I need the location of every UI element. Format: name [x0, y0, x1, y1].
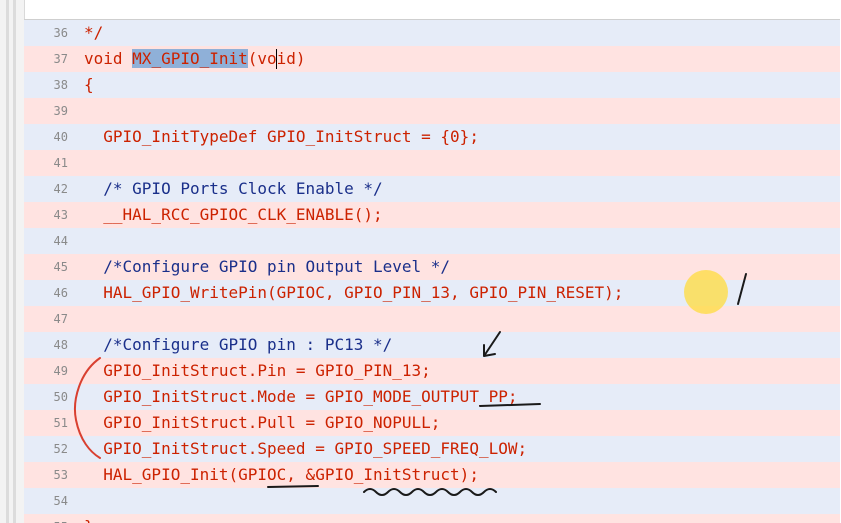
line-number: 38	[53, 78, 68, 92]
code-line[interactable]: 54	[24, 488, 840, 514]
code-line[interactable]: 41	[24, 150, 840, 176]
line-number: 36	[53, 26, 68, 40]
line-number: 54	[53, 494, 68, 508]
line-number: 44	[53, 234, 68, 248]
side-panel-edge	[0, 0, 25, 523]
code-editor[interactable]: 36 */ 37 void MX_GPIO_Init(void) 38 {39 40 GPI…	[24, 19, 840, 523]
panel-border	[6, 0, 9, 523]
code-line[interactable]: 52 GPIO_InitStruct.Speed = GPIO_SPEED_FR…	[24, 436, 840, 462]
line-number: 40	[53, 130, 68, 144]
line-number: 43	[53, 208, 68, 222]
code-text[interactable]: GPIO_InitStruct.Speed = GPIO_SPEED_FREQ_…	[84, 436, 527, 462]
code-text[interactable]: HAL_GPIO_Init(GPIOC, &GPIO_InitStruct);	[84, 462, 479, 488]
code-comment[interactable]: /* GPIO Ports Clock Enable */	[84, 176, 382, 202]
code-line[interactable]: 49 GPIO_InitStruct.Pin = GPIO_PIN_13;	[24, 358, 840, 384]
code-text[interactable]: __HAL_RCC_GPIOC_CLK_ENABLE();	[84, 202, 382, 228]
code-line[interactable]: 36 */	[24, 20, 840, 46]
code-line[interactable]: 38 {	[24, 72, 840, 98]
code-text[interactable]: GPIO_InitTypeDef GPIO_InitStruct = {0};	[84, 124, 479, 150]
code-token: void	[84, 49, 133, 68]
code-text[interactable]: */	[84, 20, 103, 46]
line-number: 41	[53, 156, 68, 170]
line-number: 53	[53, 468, 68, 482]
line-number: 47	[53, 312, 68, 326]
line-number: 48	[53, 338, 68, 352]
code-text[interactable]: }	[84, 514, 94, 523]
code-comment[interactable]: /*Configure GPIO pin Output Level */	[84, 254, 450, 280]
code-text[interactable]: void MX_GPIO_Init(void)	[84, 46, 306, 72]
code-line[interactable]: 42 /* GPIO Ports Clock Enable */	[24, 176, 840, 202]
code-token: (void)	[247, 49, 306, 68]
code-text[interactable]: {	[84, 72, 94, 98]
code-line[interactable]: 43 __HAL_RCC_GPIOC_CLK_ENABLE();	[24, 202, 840, 228]
line-number: 45	[53, 260, 68, 274]
line-number: 55	[24, 514, 68, 523]
selected-text[interactable]: MX_GPIO_Init	[132, 49, 248, 68]
code-text[interactable]: GPIO_InitStruct.Pin = GPIO_PIN_13;	[84, 358, 431, 384]
panel-border	[13, 0, 16, 523]
code-text[interactable]: GPIO_InitStruct.Pull = GPIO_NOPULL;	[84, 410, 440, 436]
code-line[interactable]: 51 GPIO_InitStruct.Pull = GPIO_NOPULL;	[24, 410, 840, 436]
line-number: 42	[53, 182, 68, 196]
code-line[interactable]: 50 GPIO_InitStruct.Mode = GPIO_MODE_OUTP…	[24, 384, 840, 410]
line-number: 51	[53, 416, 68, 430]
line-number: 39	[53, 104, 68, 118]
code-comment[interactable]: /*Configure GPIO pin : PC13 */	[84, 332, 392, 358]
line-number: 37	[53, 52, 68, 66]
code-text[interactable]: HAL_GPIO_WritePin(GPIOC, GPIO_PIN_13, GP…	[84, 280, 623, 306]
code-line[interactable]: 39	[24, 98, 840, 124]
code-line[interactable]: 48 /*Configure GPIO pin : PC13 */	[24, 332, 840, 358]
code-text[interactable]: GPIO_InitStruct.Mode = GPIO_MODE_OUTPUT_…	[84, 384, 517, 410]
line-number: 46	[53, 286, 68, 300]
line-number: 50	[53, 390, 68, 404]
cursor-highlight	[684, 270, 728, 314]
line-number: 49	[53, 364, 68, 378]
code-line[interactable]: 53 HAL_GPIO_Init(GPIOC, &GPIO_InitStruct…	[24, 462, 840, 488]
code-editor-window: 36 */ 37 void MX_GPIO_Init(void) 38 {39 40 GPI…	[0, 0, 841, 523]
code-line[interactable]: 40 GPIO_InitTypeDef GPIO_InitStruct = {0…	[24, 124, 840, 150]
code-line[interactable]: 44	[24, 228, 840, 254]
line-number: 52	[53, 442, 68, 456]
code-line[interactable]: 37 void MX_GPIO_Init(void)	[24, 46, 840, 72]
code-line[interactable]: 55}	[24, 514, 840, 523]
